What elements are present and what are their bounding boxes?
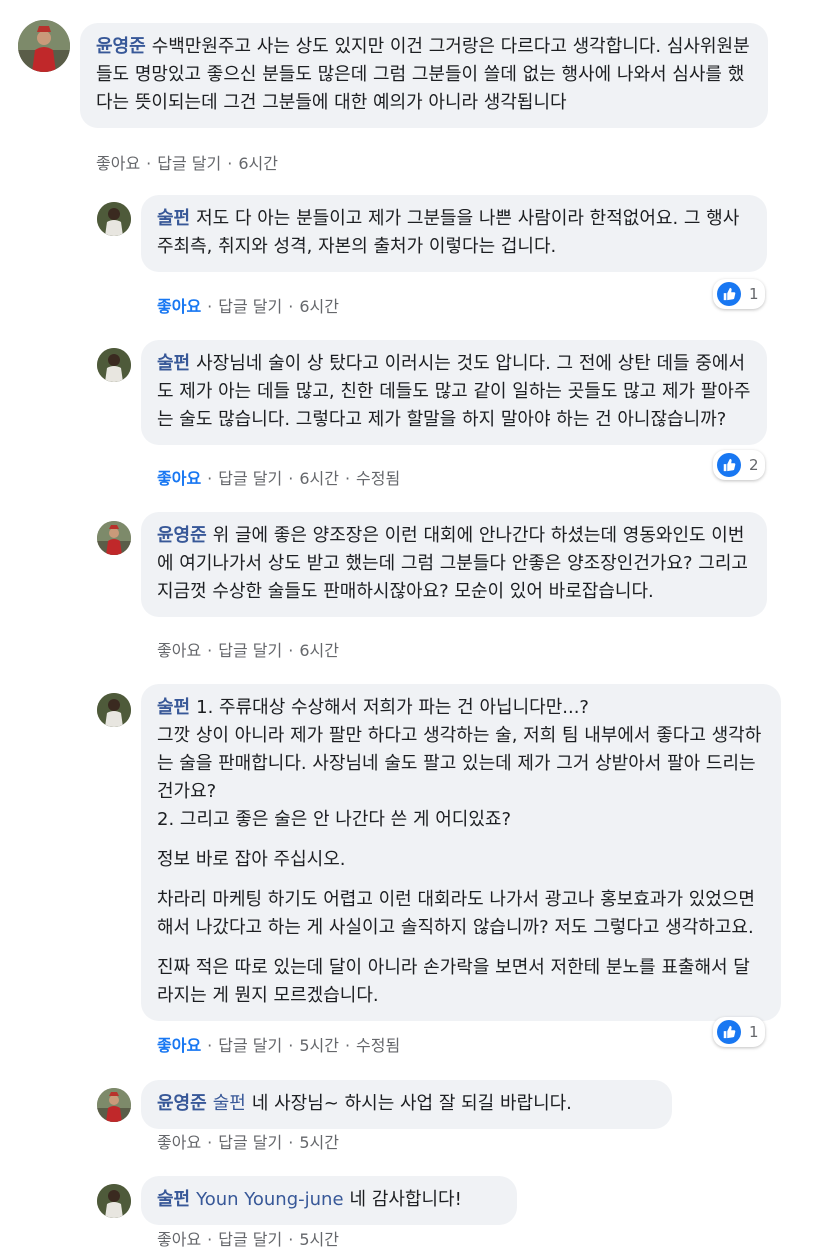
comment-text: 네 사장님~ 하시는 사업 잘 되길 바랍니다. <box>251 1093 572 1114</box>
comment-actions: 좋아요 · 답글 달기 · 5시간 <box>157 1129 339 1153</box>
avatar-image <box>97 521 131 555</box>
separator: · <box>288 297 294 316</box>
separator: · <box>344 1036 351 1055</box>
reply-button[interactable]: 답글 달기 <box>157 154 221 173</box>
avatar-yoon[interactable] <box>18 20 70 72</box>
comment-author[interactable]: 술펀 <box>157 208 190 229</box>
avatar-sulpun[interactable] <box>97 202 131 236</box>
reaction-count: 1 <box>749 285 759 303</box>
comment-bubble: 술펀 1. 주류대상 수상해서 저희가 파는 건 아닙니다만...? 그깟 상이 … <box>141 684 781 1021</box>
like-button[interactable]: 좋아요 <box>157 1230 201 1249</box>
avatar-image <box>97 1184 131 1218</box>
comment-text: 위 글에 좋은 양조장은 이런 대회에 안나간다 하셨는데 영동와인도 이번에 … <box>157 525 754 602</box>
comment-text: 네 감사합니다! <box>349 1189 462 1210</box>
reaction-summary[interactable]: 2 <box>713 450 765 480</box>
separator: · <box>207 1036 213 1055</box>
reply-button[interactable]: 답글 달기 <box>218 641 282 660</box>
like-icon <box>717 1020 741 1044</box>
timestamp[interactable]: 6시간 <box>299 641 339 660</box>
reply-button[interactable]: 답글 달기 <box>218 1036 282 1055</box>
comment-author[interactable]: 술펀 <box>157 1189 190 1210</box>
like-button[interactable]: 좋아요 <box>157 297 201 316</box>
timestamp[interactable]: 6시간 <box>299 469 339 488</box>
avatar-image <box>97 202 131 236</box>
comment-actions: 좋아요 · 답글 달기 · 6시간 <box>96 150 278 174</box>
edited-label[interactable]: 수정됨 <box>356 1036 400 1055</box>
avatar-sulpun[interactable] <box>97 693 131 727</box>
separator: · <box>344 469 351 488</box>
reply-button[interactable]: 답글 달기 <box>218 1230 282 1249</box>
reply-button[interactable]: 답글 달기 <box>218 1133 282 1152</box>
comment-actions: 좋아요 · 답글 달기 · 6시간 · 수정됨 <box>157 465 400 489</box>
separator: · <box>288 1230 294 1249</box>
comment-author[interactable]: 윤영준 <box>157 525 207 546</box>
separator: · <box>288 1133 294 1152</box>
like-icon <box>717 453 741 477</box>
separator: · <box>288 469 294 488</box>
like-icon <box>717 282 741 306</box>
mention-link[interactable]: Youn Young-june <box>196 1189 343 1210</box>
like-button[interactable]: 좋아요 <box>96 154 140 173</box>
reaction-count: 1 <box>749 1023 759 1041</box>
comment-text: 사장님네 술이 상 탔다고 이러시는 것도 압니다. 그 전에 상탄 데들 중에… <box>157 353 751 430</box>
like-button[interactable]: 좋아요 <box>157 469 201 488</box>
avatar-image <box>97 1088 131 1122</box>
comment-text: 저도 다 아는 분들이고 제가 그분들을 나쁜 사람이라 한적없어요. 그 행사… <box>157 208 746 257</box>
avatar-image <box>97 693 131 727</box>
comment-text: 진짜 적은 따로 있는데 달이 아니라 손가락을 보면서 저한테 분노를 표출해… <box>157 957 750 1006</box>
separator: · <box>288 641 294 660</box>
reply-button[interactable]: 답글 달기 <box>218 297 282 316</box>
avatar-sulpun[interactable] <box>97 348 131 382</box>
comment-bubble: 술펀 사장님네 술이 상 탔다고 이러시는 것도 압니다. 그 전에 상탄 데들 … <box>141 340 767 445</box>
reaction-summary[interactable]: 1 <box>713 279 765 309</box>
comment-author[interactable]: 술펀 <box>157 353 190 374</box>
comment-actions: 좋아요 · 답글 달기 · 5시간 <box>157 1226 339 1250</box>
timestamp[interactable]: 5시간 <box>299 1133 339 1152</box>
comment-bubble: 술펀 Youn Young-june 네 감사합니다! <box>141 1176 517 1225</box>
comment-text: 정보 바로 잡아 주십시오. <box>157 849 346 870</box>
avatar-yoon[interactable] <box>97 521 131 555</box>
avatar-sulpun[interactable] <box>97 1184 131 1218</box>
timestamp[interactable]: 5시간 <box>299 1036 339 1055</box>
comment-author[interactable]: 윤영준 <box>157 1093 207 1114</box>
comment-bubble: 윤영준 위 글에 좋은 양조장은 이런 대회에 안나간다 하셨는데 영동와인도 이… <box>141 512 767 617</box>
comment-text: 차라리 마케팅 하기도 어렵고 이런 대회라도 나가서 광고나 홍보효과가 있었… <box>157 889 761 938</box>
separator: · <box>207 641 213 660</box>
comment-text: 1. 주류대상 수상해서 저희가 파는 건 아닙니다만...? 그깟 상이 아니… <box>157 697 762 830</box>
avatar-image <box>97 348 131 382</box>
like-button[interactable]: 좋아요 <box>157 1133 201 1152</box>
separator: · <box>288 1036 294 1055</box>
comment-author[interactable]: 윤영준 <box>96 36 146 57</box>
timestamp[interactable]: 6시간 <box>299 297 339 316</box>
comment-bubble: 술펀 저도 다 아는 분들이고 제가 그분들을 나쁜 사람이라 한적없어요. 그 … <box>141 195 767 272</box>
separator: · <box>207 297 213 316</box>
like-button[interactable]: 좋아요 <box>157 1036 201 1055</box>
comment-actions: 좋아요 · 답글 달기 · 6시간 <box>157 293 339 317</box>
comment-bubble: 윤영준 수백만원주고 사는 상도 있지만 이건 그거랑은 다르다고 생각합니다. … <box>80 23 768 128</box>
reaction-summary[interactable]: 1 <box>713 1017 765 1047</box>
separator: · <box>207 1230 213 1249</box>
separator: · <box>227 154 233 173</box>
reply-button[interactable]: 답글 달기 <box>218 469 282 488</box>
edited-label[interactable]: 수정됨 <box>356 469 400 488</box>
separator: · <box>207 1133 213 1152</box>
mention-link[interactable]: 술펀 <box>213 1093 246 1114</box>
comment-actions: 좋아요 · 답글 달기 · 5시간 · 수정됨 <box>157 1032 400 1056</box>
timestamp[interactable]: 6시간 <box>238 154 278 173</box>
avatar-yoon[interactable] <box>97 1088 131 1122</box>
reaction-count: 2 <box>749 456 759 474</box>
avatar-image <box>18 20 70 72</box>
comment-bubble: 윤영준 술펀 네 사장님~ 하시는 사업 잘 되길 바랍니다. <box>141 1080 672 1129</box>
comment-text: 수백만원주고 사는 상도 있지만 이건 그거랑은 다르다고 생각합니다. 심사위… <box>96 36 750 113</box>
comment-actions: 좋아요 · 답글 달기 · 6시간 <box>157 637 339 661</box>
like-button[interactable]: 좋아요 <box>157 641 201 660</box>
comment-author[interactable]: 술펀 <box>157 697 190 718</box>
timestamp[interactable]: 5시간 <box>299 1230 339 1249</box>
separator: · <box>146 154 152 173</box>
separator: · <box>207 469 213 488</box>
